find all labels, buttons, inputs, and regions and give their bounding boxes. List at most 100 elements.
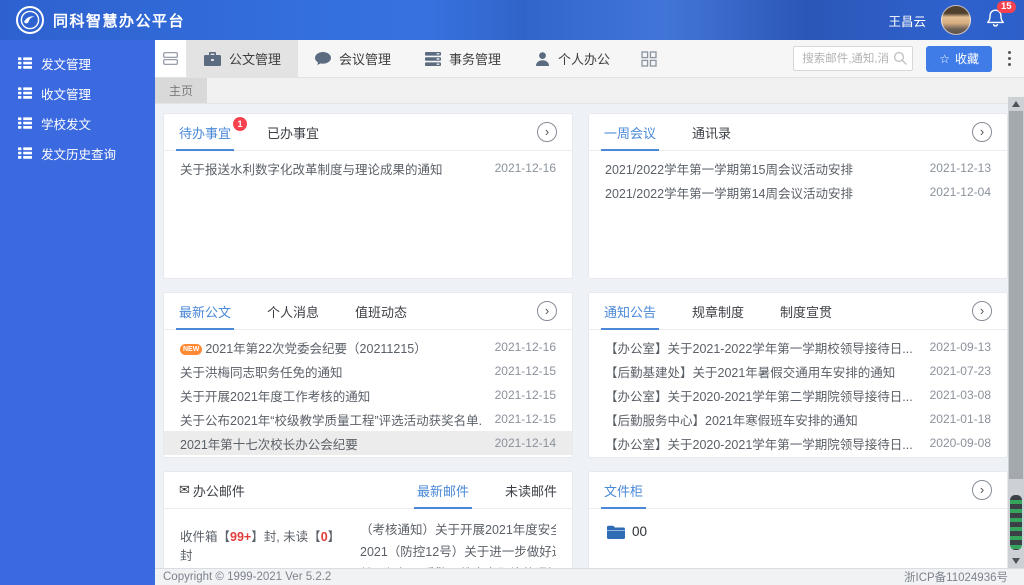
vertical-scrollbar[interactable] [1008,97,1024,568]
sidebar-item-outgoing-docs[interactable]: 发文管理 [0,48,155,78]
user-icon [536,51,550,66]
list-item[interactable]: 关于洪梅同志职务任免的通知 2021-12-15 [164,359,572,383]
main-area: 公文管理 会议管理 事务管理 个人办公 搜索邮件,通知,消息 ☆ 收藏 主页 待… [155,40,1024,585]
collapse-menu-button[interactable] [155,40,187,77]
list-item[interactable]: 关于公布2021年“校级教学质量工程”评选活动获奖名单... 2021-12-1… [164,407,572,431]
notices-card: 通知公告 规章制度 制度宣贯 › 【办公室】关于2021-2022学年第一学期校… [588,292,1008,458]
sidebar-item-school-docs[interactable]: 学校发文 [0,108,155,138]
mail-item[interactable]: （考核通知）关于开展2021年度安全生产暨... [360,519,556,541]
module-tab-affairs-mgmt[interactable]: 事务管理 [408,40,518,77]
module-tab-label: 会议管理 [339,52,392,67]
todo-count-badge: 1 [233,117,248,131]
mail-card-title: ✉ 办公邮件 [179,482,245,499]
scrollbar-up-arrow-icon[interactable] [1012,101,1020,107]
footer: Copyright © 1999-2021 Ver 5.2.2 浙ICP备110… [155,568,1024,585]
sidebar-item-label: 学校发文 [41,117,92,132]
notification-count-badge: 15 [997,1,1016,13]
page-tab-row: 主页 [155,78,1024,104]
dashboard-content: 待办事宜 1 已办事宜 › 关于报送水利数字化改革制度与理论成果的通知 2021… [155,104,1024,585]
more-options-button[interactable] [1005,47,1014,70]
list-item[interactable]: 【后勤基建处】关于2021年暑假交通用车安排的通知 2021-07-23 [589,359,1007,383]
more-apps-button[interactable] [627,40,671,77]
sidebar-item-label: 收文管理 [41,87,92,102]
tab-weekly-meetings[interactable]: 一周会议 [600,114,660,151]
sidebar: 发文管理 收文管理 学校发文 发文历史查询 [0,40,155,585]
tab-todo-items[interactable]: 待办事宜 1 [175,114,248,151]
scrollbar-thumb[interactable] [1009,111,1023,479]
new-badge: NEW [180,343,203,355]
meetings-more-button[interactable]: › [972,122,992,142]
tab-personal-messages[interactable]: 个人消息 [267,293,319,329]
search-icon[interactable] [893,51,907,65]
module-tab-document-mgmt[interactable]: 公文管理 [187,40,299,77]
tab-done-items[interactable]: 已办事宜 [267,114,319,150]
weekly-meetings-card: 一周会议 通讯录 › 2021/2022学年第一学期第15周会议活动安排 202… [588,113,1008,279]
favorite-button-label: 收藏 [954,52,979,66]
tab-unread-mail[interactable]: 未读邮件 [505,472,557,508]
module-tab-label: 事务管理 [449,52,502,67]
briefcase-icon [204,51,221,66]
favorite-button[interactable]: ☆ 收藏 [926,45,992,72]
list-item[interactable]: 2021年第十七次校长办公会纪要 2021-12-14 [164,431,572,455]
top-header-bar: 同科智慧办公平台 王昌云 15 [0,0,1024,40]
tab-duty-updates[interactable]: 值班动态 [355,293,407,329]
tab-file-cabinet[interactable]: 文件柜 [600,472,647,509]
star-icon: ☆ [939,51,950,66]
file-cabinet-more-button[interactable]: › [972,480,992,500]
notification-bell-button[interactable]: 15 [986,1,1016,32]
chat-bubble-icon [315,51,332,65]
menu-list-icon [18,87,32,99]
app-logo-icon [16,6,44,34]
module-tab-label: 个人办公 [558,52,611,67]
grid-apps-icon [641,50,657,67]
folder-label: 00 [632,524,648,539]
module-tab-personal-office[interactable]: 个人办公 [518,40,627,77]
inbox-count: 99+ [230,530,252,544]
list-item[interactable]: 【后勤服务中心】2021年寒假班车安排的通知 2021-01-18 [589,407,1007,431]
todo-more-button[interactable]: › [537,122,557,142]
sidebar-item-label: 发文历史查询 [41,147,117,162]
server-stack-icon [425,51,442,66]
user-name[interactable]: 王昌云 [888,11,926,30]
module-tab-meeting-mgmt[interactable]: 会议管理 [298,40,408,77]
menu-list-icon [18,117,32,129]
sidebar-item-doc-history[interactable]: 发文历史查询 [0,138,155,168]
tab-latest-docs[interactable]: 最新公文 [175,293,235,330]
folder-icon [607,525,625,539]
list-item[interactable]: 关于报送水利数字化改革制度与理论成果的通知 2021-12-16 [164,156,572,180]
copyright-text: Copyright © 1999-2021 Ver 5.2.2 [163,571,332,583]
todo-card: 待办事宜 1 已办事宜 › 关于报送水利数字化改革制度与理论成果的通知 2021… [163,113,573,279]
notices-more-button[interactable]: › [972,301,992,321]
latest-docs-card: 最新公文 个人消息 值班动态 › NEW 2021年第22次党委会纪要（20211… [163,292,573,458]
user-avatar[interactable] [941,5,971,35]
tab-notices[interactable]: 通知公告 [600,293,660,330]
tab-latest-mail[interactable]: 最新邮件 [413,472,473,509]
menu-list-icon [18,57,32,69]
panel-icon [163,52,178,65]
tab-home[interactable]: 主页 [155,78,207,103]
latest-docs-more-button[interactable]: › [537,301,557,321]
list-item[interactable]: 2021/2022学年第一学期第15周会议活动安排 2021-12-13 [589,156,1007,180]
list-item[interactable]: 【办公室】关于2021-2022学年第一学期校领导接待日... 2021-09-… [589,335,1007,359]
tab-policy-promotion[interactable]: 制度宣贯 [780,293,832,329]
sidebar-item-incoming-docs[interactable]: 收文管理 [0,78,155,108]
sidebar-item-label: 发文管理 [41,57,92,72]
icp-number: 浙ICP备11024936号 [904,572,1008,584]
tab-contacts[interactable]: 通讯录 [692,114,731,150]
envelope-icon: ✉ [179,482,190,497]
tab-regulations[interactable]: 规章制度 [692,293,744,329]
list-item[interactable]: 关于开展2021年度工作考核的通知 2021-12-15 [164,383,572,407]
list-item[interactable]: NEW 2021年第22次党委会纪要（20211215） 2021-12-16 [164,335,572,359]
unread-count: 0 [320,530,328,544]
list-item[interactable]: 2021/2022学年第一学期第14周会议活动安排 2021-12-04 [589,180,1007,204]
mail-item[interactable]: 2021（防控12号）关于进一步做好近期校园... [360,541,556,563]
folder-item[interactable]: 00 [607,524,989,539]
module-bar: 公文管理 会议管理 事务管理 个人办公 搜索邮件,通知,消息 ☆ 收藏 [155,40,1024,78]
app-title: 同科智慧办公平台 [53,12,186,30]
list-item[interactable]: 【办公室】关于2020-2021学年第一学期院领导接待日... 2020-09-… [589,431,1007,455]
scrollbar-marker[interactable] [1010,495,1022,550]
module-tab-label: 公文管理 [229,52,282,67]
list-item[interactable]: 【办公室】关于2020-2021学年第二学期院领导接待日... 2021-03-… [589,383,1007,407]
menu-list-icon [18,147,32,159]
scrollbar-down-arrow-icon[interactable] [1012,558,1020,564]
